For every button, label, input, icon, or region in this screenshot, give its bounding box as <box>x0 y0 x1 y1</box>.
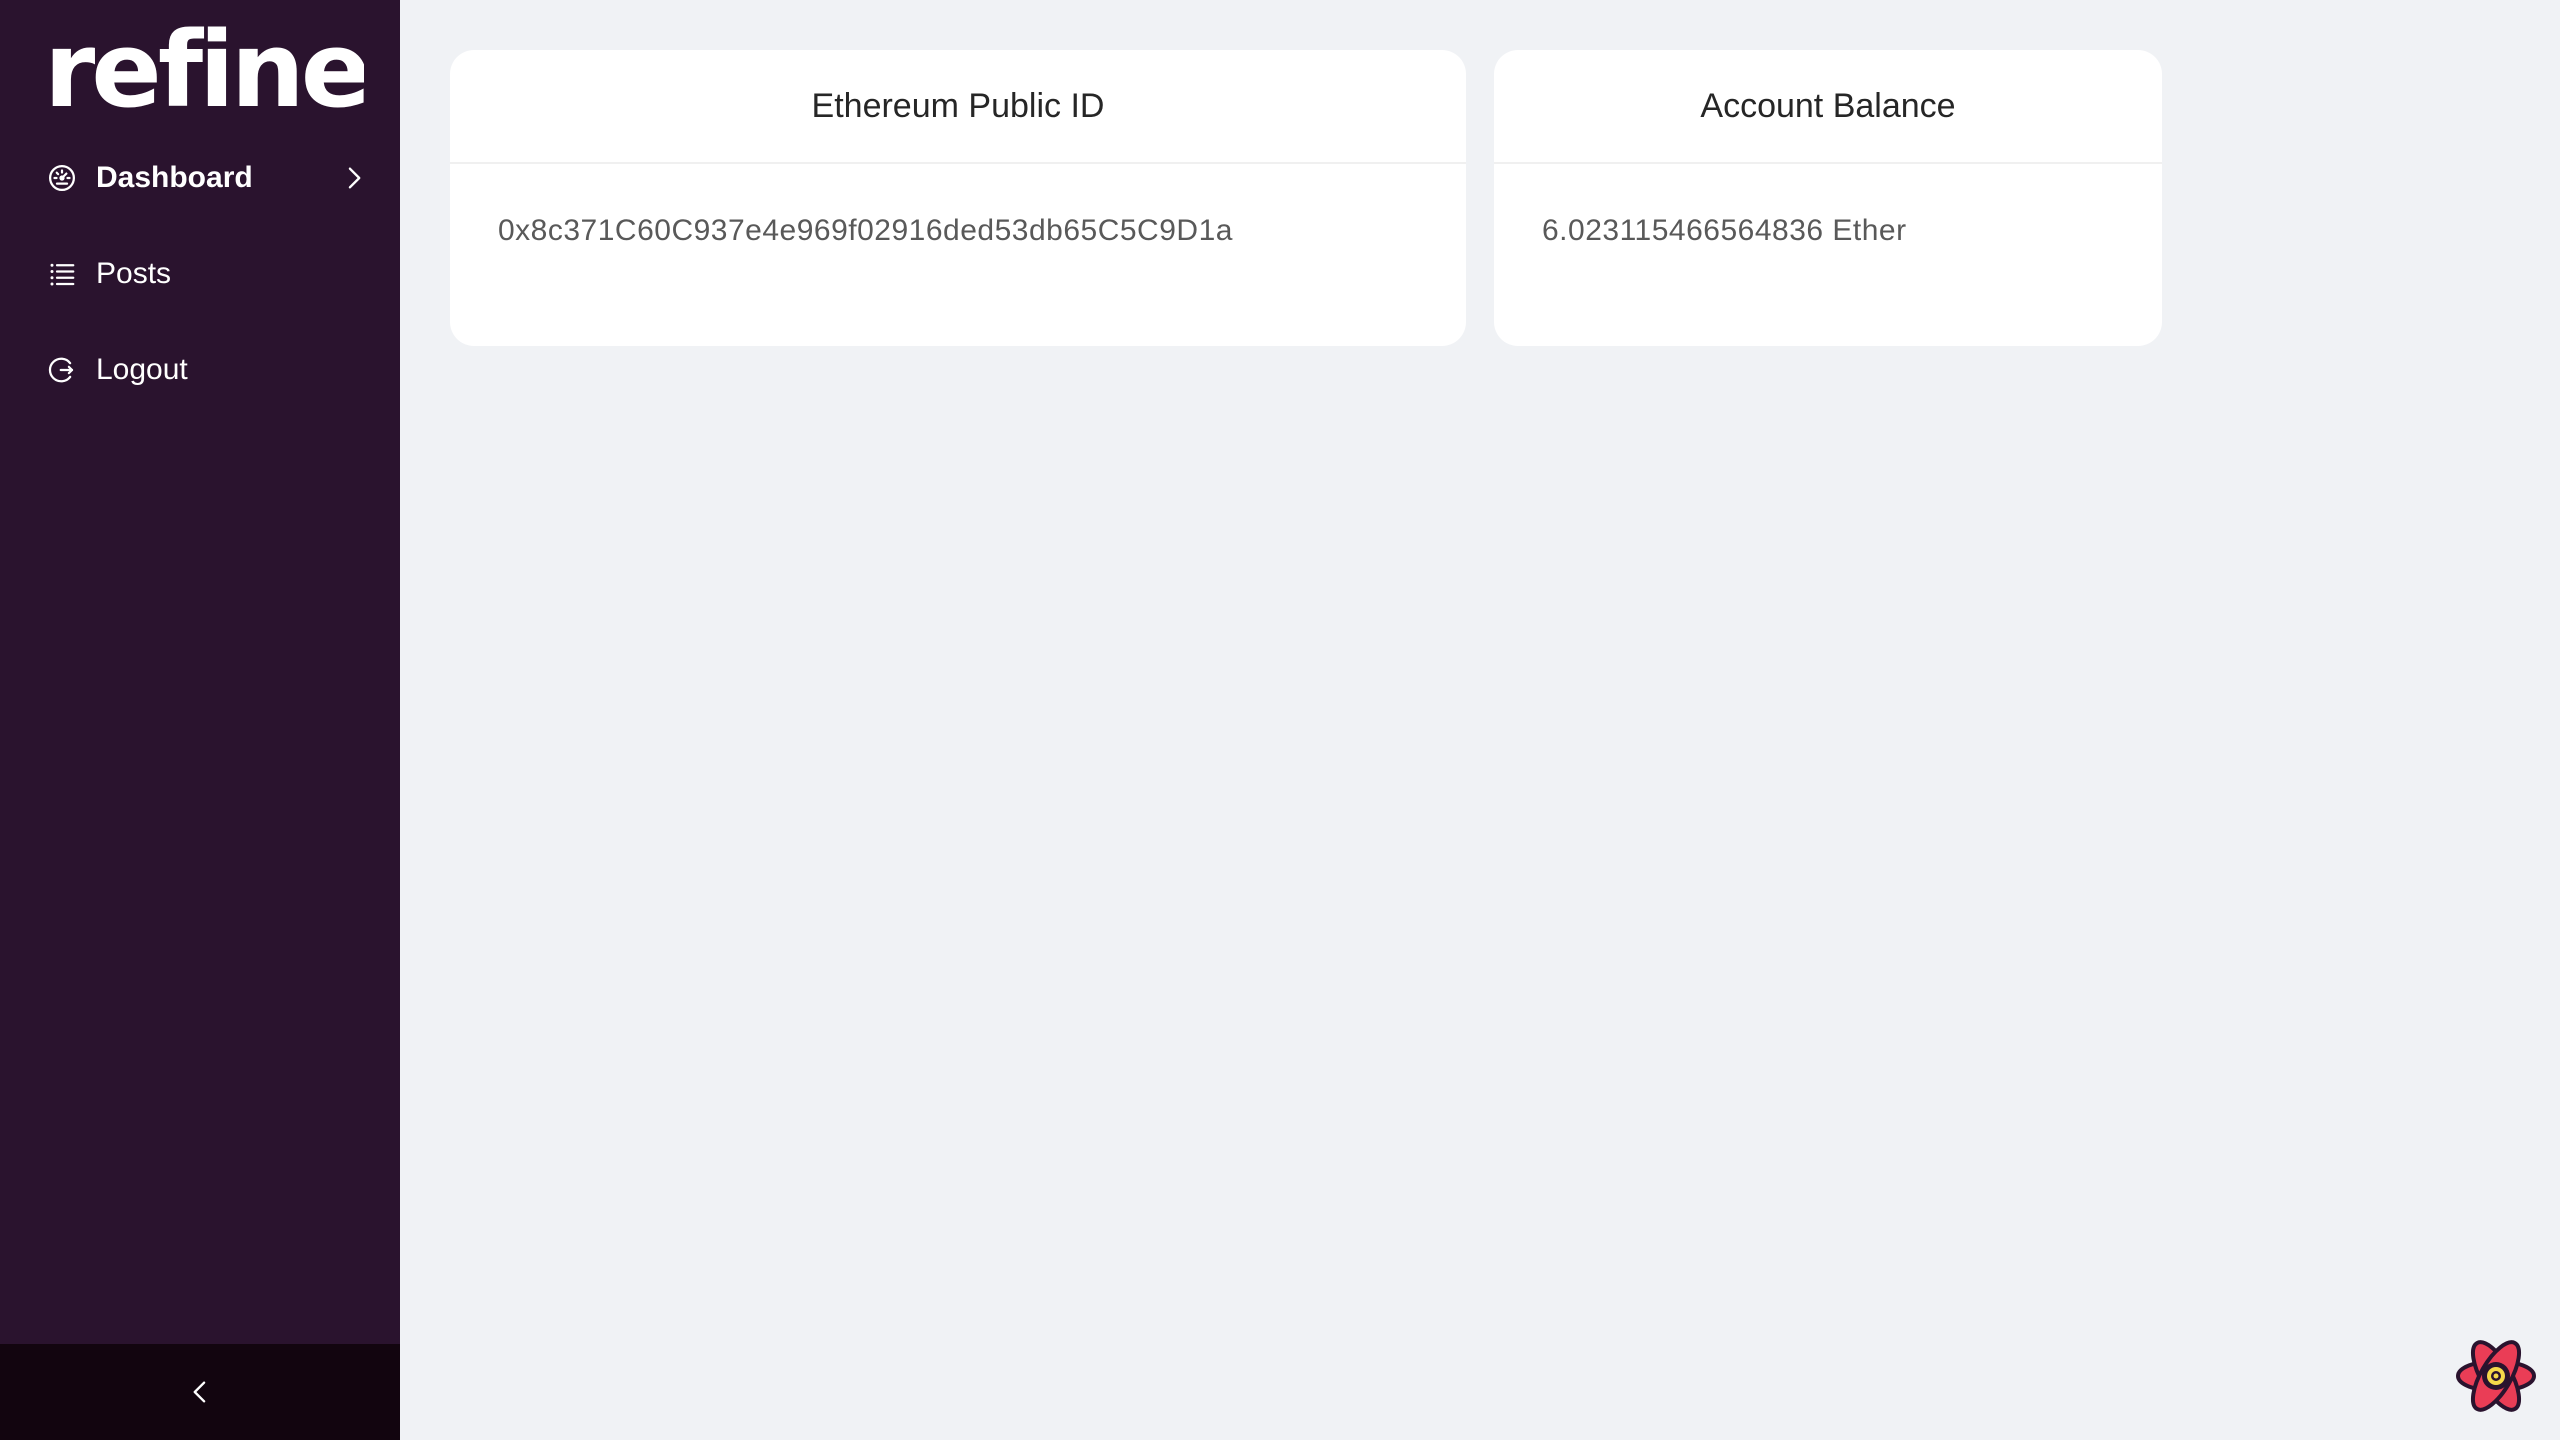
account-balance-card: Account Balance 6.023115466564836 Ether <box>1494 50 2162 346</box>
chevron-right-icon <box>340 164 368 192</box>
sidebar: refine Dashboard Posts Logout <box>0 0 400 1440</box>
chevron-left-icon <box>186 1378 214 1406</box>
card-title: Ethereum Public ID <box>450 50 1466 164</box>
sidebar-item-dashboard[interactable]: Dashboard <box>0 130 400 226</box>
sidebar-collapse-button[interactable] <box>0 1344 400 1440</box>
logo-text: refine <box>44 18 364 118</box>
refine-logo[interactable]: refine <box>44 18 364 118</box>
refine-logo-mark: refine <box>44 18 364 118</box>
react-devtools-icon[interactable] <box>2452 1332 2540 1420</box>
card-title: Account Balance <box>1494 50 2162 164</box>
dashboard-icon <box>46 162 78 194</box>
sidebar-menu: Dashboard Posts Logout <box>0 130 400 418</box>
ethereum-public-id-card: Ethereum Public ID 0x8c371C60C937e4e969f… <box>450 50 1466 346</box>
balance-value: 6.023115466564836 Ether <box>1542 214 1907 247</box>
sidebar-item-logout[interactable]: Logout <box>0 322 400 418</box>
sidebar-item-posts[interactable]: Posts <box>0 226 400 322</box>
list-icon <box>46 258 78 290</box>
sidebar-item-label: Posts <box>96 257 172 290</box>
logout-icon <box>46 354 78 386</box>
sidebar-item-label: Logout <box>96 353 188 386</box>
sidebar-item-label: Dashboard <box>96 161 253 194</box>
public-id-value: 0x8c371C60C937e4e969f02916ded53db65C5C9D… <box>498 214 1233 247</box>
